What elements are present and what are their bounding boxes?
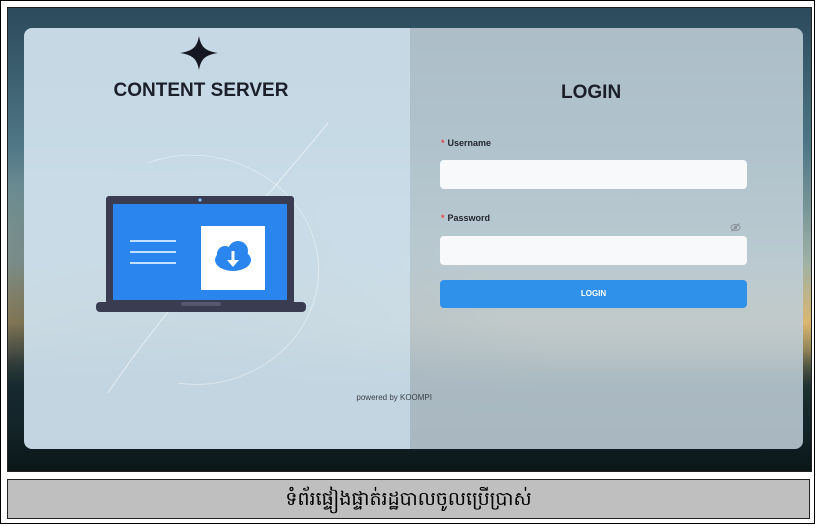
- password-label-text: Password: [447, 213, 491, 223]
- username-input[interactable]: [440, 160, 747, 189]
- brand-title: CONTENT SERVER: [113, 80, 289, 101]
- username-label-text: Username: [447, 138, 492, 148]
- login-heading: LOGIN: [561, 82, 622, 103]
- login-screen: CONTENT SERVER powered by KOOMPI LOGIN *…: [7, 7, 812, 472]
- figure-caption: ទំព័រផ្ទៀងផ្ទាត់រដ្ឋបាលចូលប្រើប្រាស់: [7, 479, 810, 519]
- password-label: * Password: [441, 213, 490, 223]
- laptop-cloud-download-icon: [96, 196, 306, 312]
- required-marker: *: [441, 138, 445, 148]
- figure-frame: CONTENT SERVER powered by KOOMPI LOGIN *…: [0, 0, 815, 524]
- required-marker: *: [441, 213, 445, 223]
- eye-off-icon[interactable]: [730, 222, 741, 233]
- password-input[interactable]: [440, 236, 747, 265]
- login-button[interactable]: LOGIN: [440, 280, 747, 308]
- four-point-star-icon: [180, 36, 218, 70]
- username-label: * Username: [441, 138, 491, 148]
- powered-by-text: powered by KOOMPI: [356, 393, 432, 402]
